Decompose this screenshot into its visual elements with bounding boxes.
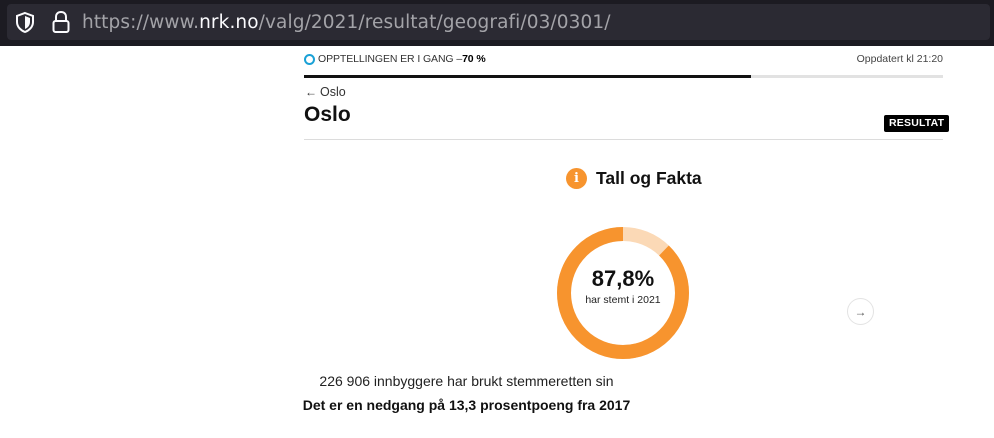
header-divider xyxy=(304,139,943,140)
browser-address-bar: https://www.nrk.no/valg/2021/resultat/ge… xyxy=(0,0,994,46)
count-progress-bar xyxy=(304,75,943,78)
url-host: nrk.no xyxy=(199,12,259,33)
facts-title: Tall og Fakta xyxy=(596,167,702,188)
info-icon: i xyxy=(566,167,587,189)
next-fact-button[interactable]: → xyxy=(847,298,874,325)
change-text: Det er en nedgang på 13,3 prosentpoeng f… xyxy=(302,397,631,413)
arrow-right-icon: → xyxy=(854,305,867,319)
turnout-donut: 87,8% har stemt i 2021 xyxy=(556,226,690,360)
back-link-label: Oslo xyxy=(320,85,346,99)
turnout-label: har stemt i 2021 xyxy=(585,294,661,306)
donut-center: 87,8% har stemt i 2021 xyxy=(556,266,690,306)
url-prefix: https://www. xyxy=(82,12,200,33)
live-ring-icon xyxy=(304,54,315,65)
result-badge: RESULTAT xyxy=(884,115,950,132)
url-path: /valg/2021/resultat/geografi/03/0301/ xyxy=(258,12,611,33)
arrow-left-icon: ← xyxy=(305,85,317,99)
page-title: Oslo xyxy=(304,103,351,126)
lock-icon[interactable] xyxy=(50,10,72,34)
count-status-row: OPPTELLINGEN ER I GANG –70 % Oppdatert k… xyxy=(304,53,943,67)
count-status-label: OPPTELLINGEN ER I GANG – xyxy=(318,53,463,65)
updated-time: Oppdatert kl 21:20 xyxy=(856,53,943,65)
turnout-value: 87,8% xyxy=(591,266,655,291)
url-text[interactable]: https://www.nrk.no/valg/2021/resultat/ge… xyxy=(82,12,611,33)
shield-icon[interactable] xyxy=(14,11,36,33)
count-status-text: OPPTELLINGEN ER I GANG –70 % xyxy=(318,53,486,65)
count-progress-fill xyxy=(304,75,752,78)
facts-heading: i Tall og Fakta xyxy=(566,167,702,189)
count-percent: 70 % xyxy=(462,53,486,65)
back-link[interactable]: ← Oslo xyxy=(305,85,346,99)
voters-text: 226 906 innbyggere har brukt stemmerette… xyxy=(319,373,614,389)
